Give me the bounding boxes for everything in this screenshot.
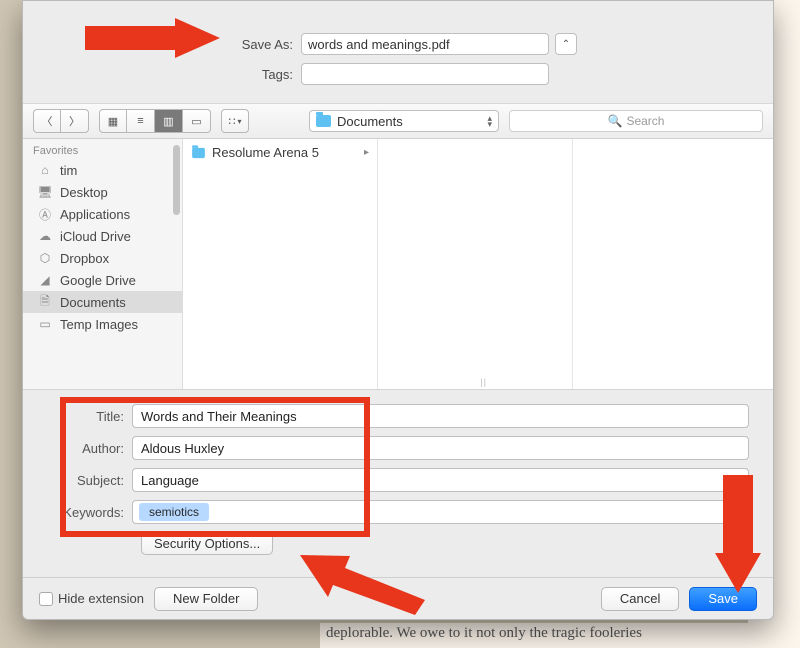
chevron-up-icon: ⌃ <box>562 39 570 50</box>
security-options-button[interactable]: Security Options... <box>141 532 273 555</box>
grid-icon: ▦ <box>108 115 118 128</box>
subject-input[interactable] <box>132 468 749 492</box>
cancel-button[interactable]: Cancel <box>601 587 679 611</box>
group-by-button[interactable]: ∷▾ <box>221 109 249 133</box>
sidebar-item-temp-images[interactable]: ▭ Temp Images <box>23 313 182 335</box>
view-icons-button[interactable]: ▦ <box>99 109 127 133</box>
sidebar-item-label: Documents <box>60 295 126 310</box>
search-icon: 🔍 <box>608 114 623 128</box>
updown-icon: ▴▾ <box>487 115 492 127</box>
location-label: Documents <box>337 114 403 129</box>
search-field[interactable]: 🔍 Search <box>509 110 763 132</box>
title-input[interactable] <box>132 404 749 428</box>
save-button[interactable]: Save <box>689 587 757 611</box>
columns-icon: ▥ <box>163 115 173 128</box>
group-by-button-group: ∷▾ <box>221 109 249 133</box>
documents-icon: 🗎 <box>37 295 53 309</box>
view-gallery-button[interactable]: ▭ <box>183 109 211 133</box>
checkbox-icon <box>39 592 53 606</box>
save-as-input[interactable] <box>301 33 549 55</box>
back-button[interactable]: 〈 <box>33 109 61 133</box>
save-dialog: Save As: ⌃ Tags: 〈 〉 ▦ ≡ ▥ ▭ ∷▾ Docume <box>22 0 774 620</box>
sidebar-item-label: Temp Images <box>60 317 138 332</box>
sidebar-item-icloud[interactable]: ☁ iCloud Drive <box>23 225 182 247</box>
home-icon: ⌂ <box>37 163 53 177</box>
sidebar-item-label: Google Drive <box>60 273 136 288</box>
sidebar-item-desktop[interactable]: 🖥 Desktop <box>23 181 182 203</box>
list-icon: ≡ <box>137 115 143 127</box>
pdf-metadata-panel: Title: Author: Subject: Keywords: semiot… <box>23 389 773 563</box>
view-columns-button[interactable]: ▥ <box>155 109 183 133</box>
column-3[interactable] <box>573 139 773 389</box>
folder-icon <box>192 147 205 157</box>
chevron-down-icon: ▾ <box>237 117 241 126</box>
file-browser: Favorites ⌂ tim 🖥 Desktop Ⓐ Applications ☁ i… <box>23 139 773 389</box>
keyword-token[interactable]: semiotics <box>139 503 209 521</box>
sidebar-item-label: iCloud Drive <box>60 229 131 244</box>
sidebar-item-label: Desktop <box>60 185 108 200</box>
save-as-label: Save As: <box>43 37 301 52</box>
sidebar-item-applications[interactable]: Ⓐ Applications <box>23 203 182 225</box>
sidebar-scrollbar[interactable] <box>173 145 180 215</box>
sidebar-item-dropbox[interactable]: ⬡ Dropbox <box>23 247 182 269</box>
sidebar-header: Favorites <box>23 139 182 159</box>
location-dropdown[interactable]: Documents ▴▾ <box>309 110 499 132</box>
dropbox-icon: ⬡ <box>37 251 53 265</box>
folder-icon: ▭ <box>37 317 53 331</box>
finder-toolbar: 〈 〉 ▦ ≡ ▥ ▭ ∷▾ Documents ▴▾ 🔍 Search <box>23 103 773 139</box>
gallery-icon: ▭ <box>191 115 201 128</box>
tags-input[interactable] <box>301 63 549 85</box>
sidebar-item-label: Applications <box>60 207 130 222</box>
file-row[interactable]: Resolume Arena 5 ▸ <box>183 143 377 162</box>
sidebar-item-label: tim <box>60 163 77 178</box>
column-resize-handle[interactable]: || <box>480 377 487 387</box>
chevron-right-icon: ▸ <box>364 147 369 158</box>
apps-icon: Ⓐ <box>37 207 53 221</box>
hide-extension-label: Hide extension <box>58 591 144 606</box>
chevron-right-icon: 〉 <box>69 113 80 129</box>
nav-buttons: 〈 〉 <box>33 109 89 133</box>
author-input[interactable] <box>132 436 749 460</box>
chevron-left-icon: 〈 <box>42 113 53 129</box>
search-placeholder: Search <box>626 114 664 128</box>
hide-extension-checkbox[interactable]: Hide extension <box>39 591 144 606</box>
subject-label: Subject: <box>47 473 132 488</box>
desktop-icon: 🖥 <box>37 185 53 199</box>
keywords-label: Keywords: <box>47 505 132 520</box>
column-1[interactable]: Resolume Arena 5 ▸ <box>183 139 378 389</box>
file-label: Resolume Arena 5 <box>212 145 319 160</box>
sidebar: Favorites ⌂ tim 🖥 Desktop Ⓐ Applications ☁ i… <box>23 139 183 389</box>
column-2[interactable]: || <box>378 139 573 389</box>
forward-button[interactable]: 〉 <box>61 109 89 133</box>
cloud-icon: ☁ <box>37 229 53 243</box>
author-label: Author: <box>47 441 132 456</box>
grid-small-icon: ∷ <box>228 115 235 128</box>
dialog-bottom-bar: Hide extension New Folder Cancel Save <box>23 577 773 619</box>
view-list-button[interactable]: ≡ <box>127 109 155 133</box>
view-mode-buttons: ▦ ≡ ▥ ▭ <box>99 109 211 133</box>
collapse-button[interactable]: ⌃ <box>555 33 577 55</box>
sidebar-item-documents[interactable]: 🗎 Documents <box>23 291 182 313</box>
background-document-footer: deplorable. We owe to it not only the tr… <box>320 623 800 648</box>
sidebar-item-label: Dropbox <box>60 251 109 266</box>
keywords-input[interactable]: semiotics <box>132 500 749 524</box>
gdrive-icon: ◢ <box>37 273 53 287</box>
title-label: Title: <box>47 409 132 424</box>
tags-label: Tags: <box>43 67 301 82</box>
folder-icon <box>316 115 331 127</box>
sidebar-item-gdrive[interactable]: ◢ Google Drive <box>23 269 182 291</box>
sidebar-item-tim[interactable]: ⌂ tim <box>23 159 182 181</box>
new-folder-button[interactable]: New Folder <box>154 587 258 611</box>
